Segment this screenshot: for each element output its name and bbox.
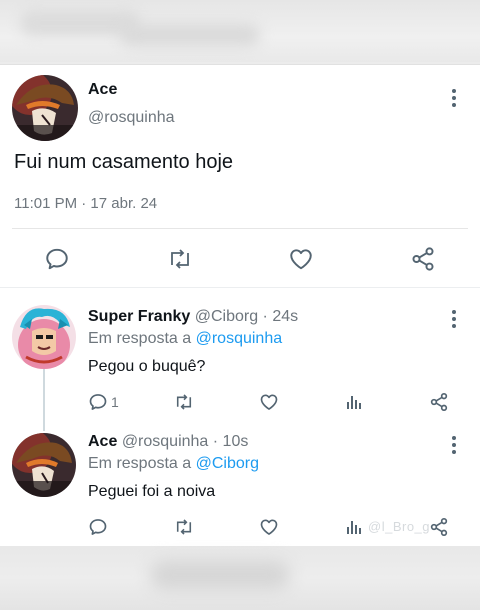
reply-age: · 10s [212,433,249,450]
divider [12,228,468,229]
display-name[interactable]: Ace [88,81,117,99]
analytics-icon[interactable] [344,517,364,537]
reply-header: Super Franky @Ciborg · 24s [88,308,298,326]
blur-smear [120,24,260,46]
avatar[interactable] [12,433,76,497]
more-options-icon[interactable] [449,89,459,110]
blurred-background-top [0,0,480,62]
replying-to-handle[interactable]: @rosquinha [196,330,283,347]
tweet-thread-card: Ace @rosquinha Fui num casamento hoje 11… [0,64,480,547]
tweet-timestamp[interactable]: 11:01 PM · 17 abr. 24 [14,195,157,212]
user-handle[interactable]: @rosquinha [122,433,209,450]
more-options-icon[interactable] [449,436,459,457]
avatar[interactable] [12,305,76,369]
blurred-background-bottom [0,546,480,610]
more-options-icon[interactable] [449,310,459,331]
share-icon[interactable] [410,246,436,272]
display-name[interactable]: Ace [88,433,117,450]
ace-avatar-image [12,75,78,141]
like-icon[interactable] [288,246,314,272]
retweet-icon[interactable] [173,392,195,412]
user-handle[interactable]: @Ciborg [195,308,258,325]
replying-to-label: Em resposta a [88,330,196,347]
blur-smear [150,560,290,590]
franky-avatar-image [12,305,76,369]
divider [0,287,480,288]
analytics-icon[interactable] [344,392,364,412]
replying-to-label: Em resposta a [88,455,196,472]
replying-to-handle[interactable]: @Ciborg [196,455,259,472]
reply-icon[interactable] [88,517,108,537]
watermark: @l_Bro_g [368,519,431,534]
reply-header: Ace @rosquinha · 10s [88,433,248,451]
reply-age: · 24s [262,308,299,325]
reply-icon[interactable] [44,246,70,272]
user-handle[interactable]: @rosquinha [88,109,175,127]
reply-icon[interactable] [88,392,108,412]
share-icon[interactable] [429,517,449,537]
reply-text: Pegou o buquê? [88,358,206,375]
tweet-text: Fui num casamento hoje [14,151,234,173]
reply-text: Peguei foi a noiva [88,483,216,500]
like-icon[interactable] [259,517,279,537]
replying-to: Em resposta a @rosquinha [88,330,282,348]
retweet-icon[interactable] [173,517,195,537]
display-name[interactable]: Super Franky [88,308,190,325]
thread-connector-line [43,367,45,431]
replying-to: Em resposta a @Ciborg [88,455,259,473]
like-icon[interactable] [259,392,279,412]
share-icon[interactable] [429,392,449,412]
ace-avatar-image [12,433,76,497]
retweet-icon[interactable] [166,246,194,272]
avatar[interactable] [12,75,78,141]
reply-count: 1 [111,394,119,410]
